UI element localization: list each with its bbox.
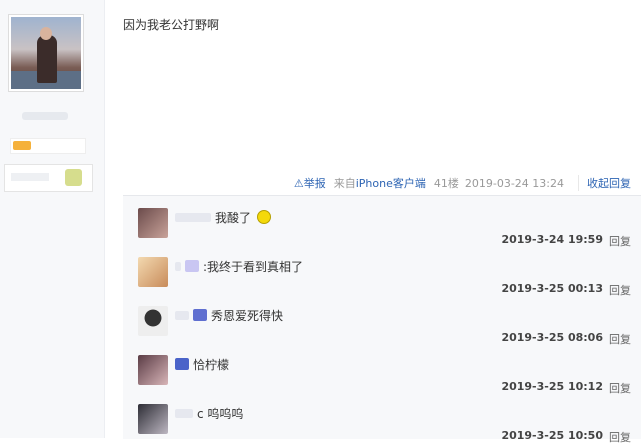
source-link[interactable]: iPhone客户端	[356, 177, 426, 190]
avatar[interactable]	[138, 306, 168, 336]
floor-number: 41楼	[433, 177, 459, 190]
reply-text: 秀恩爱死得快	[211, 308, 284, 323]
reply-text: 恰柠檬	[193, 357, 230, 372]
avatar[interactable]	[138, 404, 168, 434]
source-prefix: 来自	[333, 177, 356, 190]
badge-icon	[65, 169, 82, 186]
reply-text: :我终于看到真相了	[203, 259, 304, 274]
username-blurred[interactable]	[175, 408, 193, 418]
list-item: c 呜呜呜 2019-3-25 10:50 回复	[123, 392, 641, 444]
username-mask-icon	[175, 358, 189, 370]
post-content: 因为我老公打野啊	[123, 18, 220, 32]
level-badge-icon	[13, 141, 31, 150]
reply-time: 2019-3-25 10:50	[501, 429, 603, 442]
lemon-icon	[257, 210, 272, 224]
author-sidebar	[0, 0, 105, 438]
list-item: :我终于看到真相了 2019-3-25 00:13 回复	[123, 245, 641, 297]
author-avatar[interactable]	[8, 14, 84, 92]
avatar-photo	[11, 17, 81, 89]
username-blurred[interactable]	[175, 261, 181, 271]
avatar[interactable]	[138, 257, 168, 287]
list-item: 恰柠檬 2019-3-25 10:12 回复	[123, 343, 641, 395]
author-name-blurred[interactable]	[22, 112, 68, 120]
level-badge-row	[10, 138, 86, 154]
reply-list: 我酸了 2019-3-24 19:59 回复 :我终于看到真相了 2019-3-…	[123, 195, 641, 444]
member-badge[interactable]	[4, 164, 93, 192]
username-mask-icon	[185, 260, 199, 272]
avatar[interactable]	[138, 355, 168, 385]
post-time: 2019-03-24 13:24	[464, 176, 564, 190]
reply-button[interactable]: 回复	[609, 429, 631, 445]
avatar[interactable]	[138, 208, 168, 238]
report-link[interactable]: ⚠举报	[294, 175, 326, 191]
report-label: 举报	[303, 177, 326, 190]
list-item: 我酸了 2019-3-24 19:59 回复	[123, 196, 641, 248]
post-source: 来自iPhone客户端	[334, 175, 426, 191]
reply-text: 我酸了	[215, 210, 252, 225]
collapse-replies-button[interactable]: 收起回复	[578, 175, 631, 191]
username-blurred[interactable]	[175, 212, 211, 222]
username-blurred[interactable]	[175, 310, 189, 320]
username-mask-icon	[193, 309, 207, 321]
reply-text: c 呜呜呜	[197, 406, 244, 421]
list-item: 秀恩爱死得快 2019-3-25 08:06 回复	[123, 294, 641, 346]
post-meta-bar: ⚠举报 来自iPhone客户端 41楼 2019-03-24 13:24 收起回…	[294, 175, 631, 191]
